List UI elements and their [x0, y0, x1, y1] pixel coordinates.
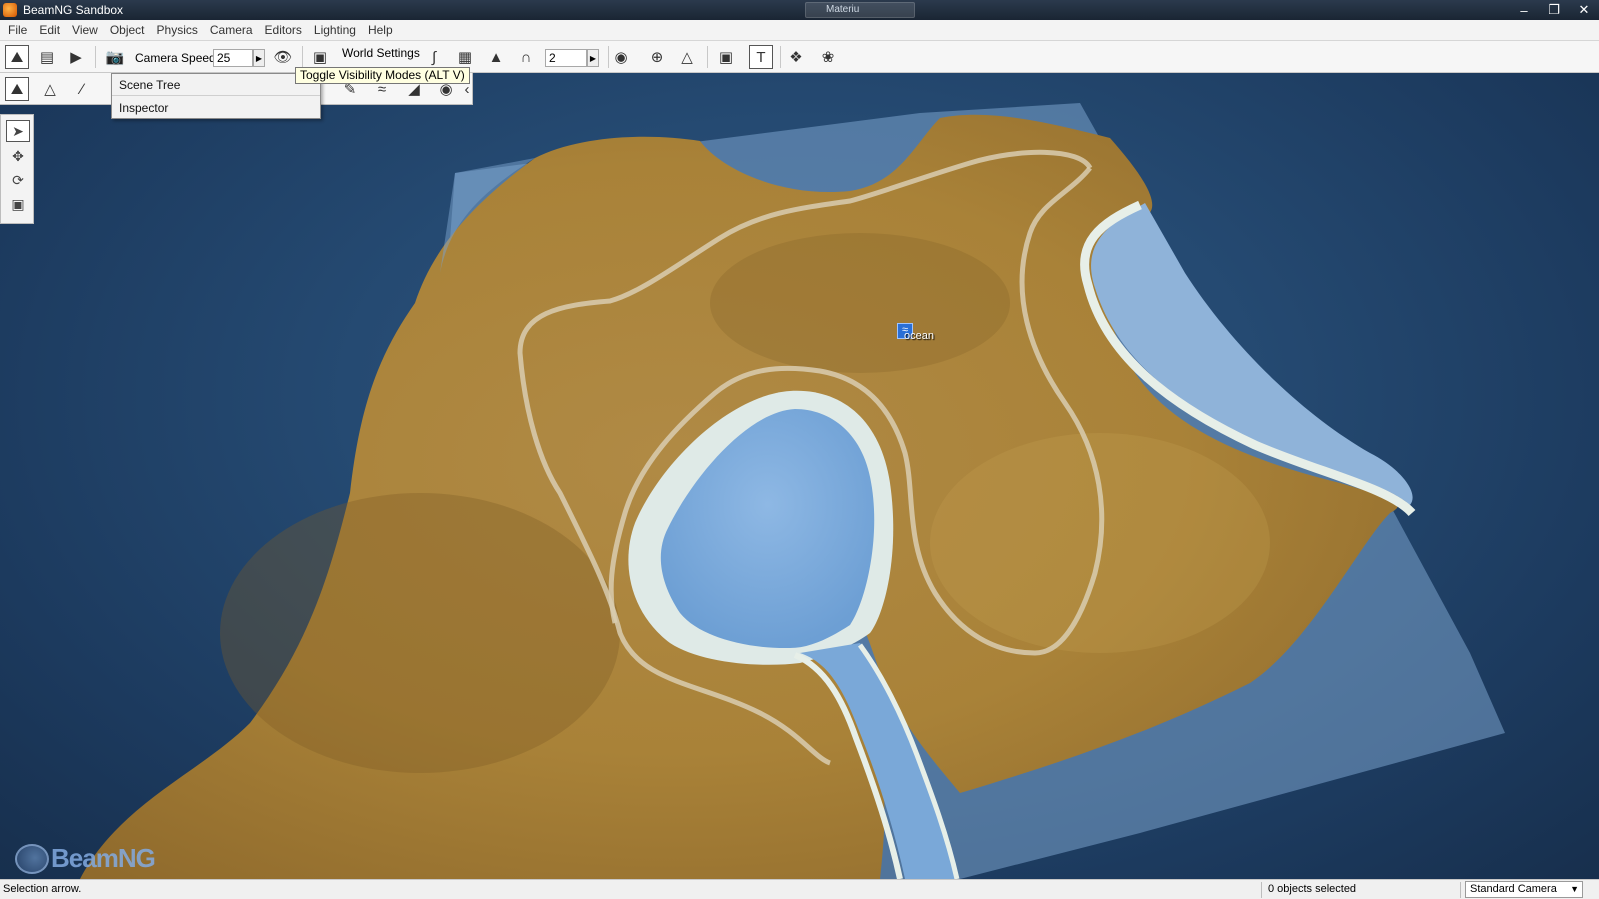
chevron-down-icon: ▼ — [1570, 884, 1579, 894]
select-arrow-icon[interactable]: ➤ — [6, 120, 30, 142]
tool-palette: ➤ ✥ ⟳ ▣ — [0, 114, 34, 224]
grid-icon[interactable]: ▦ — [453, 45, 477, 69]
window-controls: – ❐ ✕ — [1509, 0, 1599, 20]
terrain-brush-icon[interactable]: △ — [38, 77, 62, 101]
main-toolbar: ⛰ ▤ ▶ 📷 Camera Speed 25 ▶ 👁 ▣ World Sett… — [0, 41, 1599, 73]
move-icon[interactable]: ✥ — [6, 145, 30, 167]
dropdown-item-inspector[interactable]: Inspector — [112, 97, 320, 119]
dropdown-item-scene-tree[interactable]: Scene Tree — [112, 74, 320, 96]
decal-icon[interactable]: ❖ — [784, 45, 808, 69]
toolbar-separator — [707, 46, 708, 68]
terrain-scene — [80, 103, 1505, 879]
menu-camera[interactable]: Camera — [204, 20, 259, 40]
terrain-editor-icon[interactable]: ⛰ — [5, 77, 29, 101]
eagle-icon[interactable]: ❀ — [816, 45, 840, 69]
magnet-icon[interactable]: ∩ — [514, 45, 538, 69]
camera-speed-arrow-icon[interactable]: ▶ — [253, 49, 265, 67]
editor-dropdown-menu: Scene Tree Inspector — [111, 73, 321, 119]
status-divider — [1261, 882, 1262, 898]
status-bar: Selection arrow. 0 objects selected Stan… — [0, 879, 1599, 899]
terrain-icon[interactable]: ⛰ — [5, 45, 29, 69]
menu-editors[interactable]: Editors — [259, 20, 308, 40]
axis-gizmo-icon[interactable]: ⊕ — [645, 45, 669, 69]
menu-lighting[interactable]: Lighting — [308, 20, 362, 40]
layout-icon[interactable]: ▤ — [35, 45, 59, 69]
menu-object[interactable]: Object — [104, 20, 151, 40]
close-icon[interactable]: ✕ — [1569, 0, 1599, 20]
eye-icon[interactable]: 👁 — [271, 45, 295, 69]
text-icon[interactable]: T — [749, 45, 773, 69]
beamng-logo: BeamNG — [15, 843, 156, 874]
toolbar-separator — [780, 46, 781, 68]
road-icon[interactable]: ∕ — [70, 77, 94, 101]
snap-value-input[interactable]: 2 — [545, 49, 587, 67]
world-settings-label[interactable]: World Settings — [342, 46, 420, 60]
minimize-icon[interactable]: – — [1509, 0, 1539, 20]
object-snap-icon[interactable]: △ — [675, 45, 699, 69]
camera-icon[interactable]: 📷 — [103, 45, 127, 69]
bounds-icon[interactable]: ◉ — [609, 45, 633, 69]
menu-help[interactable]: Help — [362, 20, 399, 40]
status-message: Selection arrow. — [3, 883, 82, 895]
menu-file[interactable]: File — [2, 20, 33, 40]
menu-bar: File Edit View Object Physics Camera Edi… — [0, 20, 1599, 41]
title-bar: BeamNG Sandbox Materiu – ❐ ✕ — [0, 0, 1599, 20]
menu-view[interactable]: View — [66, 20, 104, 40]
snap-arrow-icon[interactable]: ▶ — [587, 49, 599, 67]
center-icon[interactable]: ▣ — [714, 45, 738, 69]
ocean-label: ocean — [904, 330, 934, 342]
tooltip: Toggle Visibility Modes (ALT V) — [295, 67, 470, 84]
scale-icon[interactable]: ▣ — [6, 193, 30, 215]
restore-icon[interactable]: ❐ — [1539, 0, 1569, 20]
rotate-icon[interactable]: ⟳ — [6, 169, 30, 191]
ocean-object-marker[interactable]: ≈ ocean — [897, 320, 934, 342]
menu-edit[interactable]: Edit — [33, 20, 66, 40]
camera-mode-select[interactable]: Standard Camera ▼ — [1465, 881, 1583, 898]
beamng-logo-text: BeamNG — [51, 843, 156, 873]
visibility-mode-icon[interactable]: ▣ — [308, 45, 332, 69]
terrain-snap-icon[interactable]: ▲ — [484, 45, 508, 69]
titlebar-search[interactable]: Materiu — [805, 2, 915, 18]
camera-mode-value: Standard Camera — [1470, 883, 1557, 895]
3d-viewport[interactable]: ≈ ocean BeamNG — [0, 73, 1599, 879]
toolbar-separator — [302, 46, 303, 68]
beamng-logo-icon — [15, 843, 49, 874]
menu-physics[interactable]: Physics — [151, 20, 204, 40]
selection-count: 0 objects selected — [1268, 883, 1357, 895]
toolbar-separator — [95, 46, 96, 68]
camera-speed-input[interactable]: 25 — [213, 49, 253, 67]
camera-speed-label: Camera Speed — [135, 51, 216, 65]
play-icon[interactable]: ▶ — [64, 45, 88, 69]
app-icon — [3, 3, 17, 17]
status-divider — [1460, 882, 1461, 898]
window-title: BeamNG Sandbox — [23, 3, 124, 17]
world-settings-icon[interactable]: ∫ — [422, 45, 446, 69]
beamng-editor-window: BeamNG Sandbox Materiu – ❐ ✕ File Edit V… — [0, 0, 1599, 899]
